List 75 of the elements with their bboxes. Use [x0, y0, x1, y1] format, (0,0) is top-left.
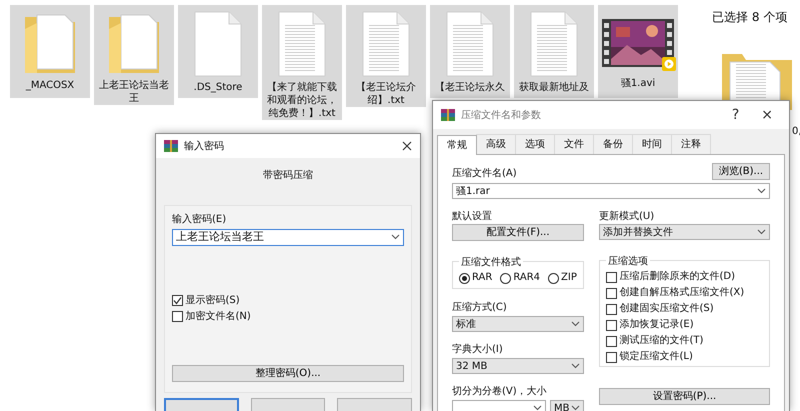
caret-icon[interactable] [533, 405, 542, 411]
radio-label: RAR [472, 272, 492, 284]
radio-label: ZIP [561, 272, 577, 284]
checkbox-label: 添加恢复记录(E) [620, 319, 694, 331]
file-item[interactable]: .DS_Store [178, 5, 258, 98]
archive-name-field[interactable]: 骚1.rar [452, 183, 770, 199]
checkbox[interactable] [606, 336, 617, 346]
checkbox-label: 压缩后删除原来的文件(D) [620, 271, 736, 283]
help-button[interactable]: ? [724, 108, 748, 122]
file-item[interactable]: 获取最新地址及 [514, 5, 594, 98]
checkbox[interactable] [606, 304, 617, 314]
file-item[interactable]: 【老王论坛介绍】.txt [346, 5, 426, 107]
caret-icon[interactable] [391, 234, 400, 240]
set-password-button[interactable]: 设置密码(P)... [599, 388, 770, 405]
browse-button[interactable]: 浏览(B)... [712, 163, 770, 180]
method-combo[interactable]: 标准 [452, 316, 584, 332]
checkbox-label: 锁定压缩文件(L) [620, 351, 693, 363]
checkbox[interactable] [606, 352, 617, 362]
field-label: 输入密码(E) [172, 214, 228, 226]
file-item[interactable]: _MACOSX [10, 5, 90, 98]
file-name: 获取最新地址及 [518, 81, 590, 94]
organize-password-button[interactable]: 整理密码(O)... [172, 365, 404, 382]
field-label: 切分为分卷(V)，大小 [452, 386, 548, 398]
close-button[interactable]: × [753, 108, 781, 122]
checkbox-label: 创建自解压格式压缩文件(X) [620, 287, 744, 299]
dictionary-combo[interactable]: 32 MB [452, 358, 584, 374]
selection-status: 已选择 8 个项 [712, 9, 788, 26]
file-name: .DS_Store [192, 81, 244, 94]
checkbox[interactable] [606, 288, 617, 298]
update-mode-combo[interactable]: 添加并替换文件 [599, 224, 770, 240]
file-item[interactable]: 上老王论坛当老王 [94, 5, 174, 105]
file-item[interactable]: 【老王论坛永久 [430, 5, 510, 98]
caret-icon[interactable] [757, 188, 766, 194]
caret-icon[interactable] [571, 363, 580, 369]
checkbox[interactable] [172, 295, 183, 306]
profile-button[interactable]: 配置文件(F)... [452, 224, 584, 241]
file-name: _MACOSX [24, 79, 76, 92]
file-name: 【老王论坛永久 [434, 81, 506, 94]
radio-label: RAR4 [513, 272, 540, 284]
checkbox-label: 显示密码(S) [186, 294, 240, 306]
play-badge-icon [662, 57, 676, 71]
window-title: 输入密码 [184, 140, 225, 154]
file-name: 骚1.avi [620, 77, 656, 90]
checkbox[interactable] [606, 272, 617, 282]
field-label: 默认设置 [452, 211, 493, 223]
checkbox-label: 创建固实压缩文件(S) [620, 303, 714, 315]
radio-button[interactable] [500, 272, 512, 284]
unit-combo[interactable]: MB [550, 400, 584, 411]
checkbox-label: 测试压缩的文件(T) [620, 335, 704, 347]
file-item[interactable]: 骚1.avi [598, 5, 678, 98]
caret-icon[interactable] [571, 405, 580, 411]
checkbox-label: 加密文件名(N) [186, 310, 251, 322]
tab[interactable]: 注释 [671, 134, 711, 154]
file-name: 【老王论坛介绍】.txt [355, 81, 417, 107]
field-label: 字典大小(I) [452, 344, 504, 356]
caret-icon[interactable] [757, 229, 766, 235]
archive-app-icon [441, 109, 455, 121]
field-label: 压缩方式(C) [452, 302, 508, 314]
radio-button[interactable] [548, 272, 560, 284]
caret-icon[interactable] [571, 321, 580, 327]
field-label: 更新模式(U) [599, 211, 656, 223]
tab[interactable]: 常规 [437, 135, 477, 155]
dialog-heading: 带密码压缩 [262, 168, 314, 183]
file-item[interactable]: 【来了就能下载和观看的论坛，纯免费！】.txt [262, 5, 342, 120]
file-name: 上老王论坛当老王 [98, 79, 170, 105]
radio-button[interactable] [459, 272, 470, 284]
password-field[interactable]: 上老王论坛当老王 [172, 228, 404, 246]
checkbox[interactable] [172, 311, 183, 322]
window-title: 压缩文件名和参数 [461, 108, 542, 122]
file-name: 【来了就能下载和观看的论坛，纯免费！】.txt [266, 81, 338, 120]
check-icon [173, 296, 182, 305]
close-icon[interactable] [402, 141, 412, 151]
archive-app-icon [164, 140, 178, 152]
field-label: 压缩文件名(A) [452, 168, 517, 180]
checkbox[interactable] [606, 320, 617, 330]
